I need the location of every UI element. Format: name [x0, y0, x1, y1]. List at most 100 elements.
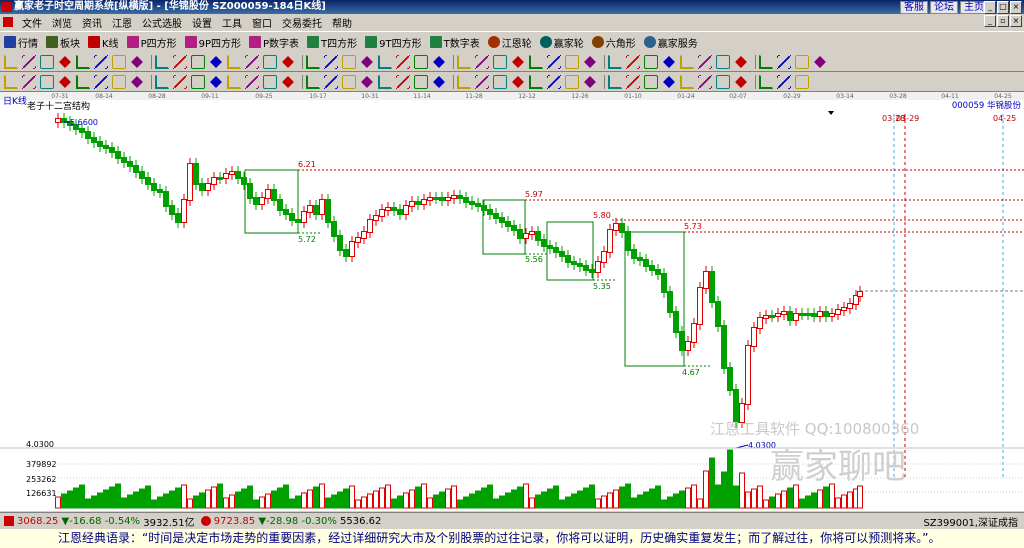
draw-a-tool-17-icon[interactable]	[306, 54, 320, 69]
draw-b-tool-30-icon[interactable]	[547, 74, 561, 89]
candle-body[interactable]	[391, 207, 397, 211]
candle-body[interactable]	[523, 233, 529, 239]
menu-settings[interactable]: 设置	[187, 15, 217, 30]
draw-b-tool-18-icon[interactable]	[324, 74, 338, 89]
candle-body[interactable]	[793, 313, 799, 321]
draw-b-tool-43-icon[interactable]	[795, 74, 809, 89]
candle-body[interactable]	[133, 165, 139, 173]
candle-body[interactable]	[619, 223, 625, 233]
candle-body[interactable]	[577, 263, 583, 267]
draw-b-tool-13-icon[interactable]	[227, 74, 241, 89]
candle-body[interactable]	[97, 141, 103, 147]
candle-body[interactable]	[397, 209, 403, 215]
mdi-restore-icon[interactable]: ▫	[997, 15, 1009, 27]
candle-body[interactable]	[745, 345, 751, 405]
candle-body[interactable]	[631, 249, 637, 259]
menu-tools[interactable]: 工具	[217, 15, 247, 30]
candle-body[interactable]	[751, 327, 757, 347]
draw-b-tool-16-icon[interactable]	[282, 75, 294, 88]
draw-b-tool-3-icon[interactable]	[40, 74, 54, 89]
toolbar-9p-square-button[interactable]: 9P四方形	[181, 35, 245, 50]
candle-body[interactable]	[857, 291, 863, 297]
mdi-close-icon[interactable]: ×	[1010, 15, 1022, 27]
draw-a-tool-35-icon[interactable]	[644, 54, 658, 69]
mdi-minimize-icon[interactable]: _	[984, 15, 996, 27]
draw-b-tool-15-icon[interactable]	[263, 74, 277, 89]
draw-b-tool-34-icon[interactable]	[626, 74, 640, 89]
candle-body[interactable]	[457, 195, 463, 199]
candle-body[interactable]	[715, 301, 721, 327]
draw-a-tool-23-icon[interactable]	[414, 54, 428, 69]
draw-b-tool-28-icon[interactable]	[512, 75, 524, 88]
candle-body[interactable]	[667, 291, 673, 313]
draw-a-tool-44-icon[interactable]	[814, 55, 826, 68]
candle-body[interactable]	[691, 323, 697, 343]
toolbar-p-number-table-button[interactable]: P数字表	[245, 35, 303, 50]
candle-body[interactable]	[685, 341, 691, 351]
candle-body[interactable]	[427, 197, 433, 201]
candle-body[interactable]	[487, 209, 493, 215]
draw-b-tool-23-icon[interactable]	[414, 74, 428, 89]
candle-body[interactable]	[775, 313, 781, 317]
toolbar-hexagon-button[interactable]: 六角形	[588, 35, 640, 50]
draw-b-tool-39-icon[interactable]	[716, 74, 730, 89]
candle-body[interactable]	[307, 205, 313, 213]
candle-body[interactable]	[535, 231, 541, 241]
draw-a-tool-12-icon[interactable]	[210, 55, 222, 68]
candle-body[interactable]	[613, 223, 619, 231]
candle-body[interactable]	[469, 201, 475, 205]
candle-body[interactable]	[145, 177, 151, 185]
draw-a-tool-43-icon[interactable]	[795, 54, 809, 69]
candle-body[interactable]	[127, 161, 133, 167]
candle-body[interactable]	[505, 221, 511, 227]
draw-b-tool-11-icon[interactable]	[191, 74, 205, 89]
candle-body[interactable]	[163, 191, 169, 207]
draw-a-tool-22-icon[interactable]	[396, 54, 410, 69]
draw-a-tool-36-icon[interactable]	[663, 55, 675, 68]
draw-a-tool-6-icon[interactable]	[94, 54, 108, 69]
candle-body[interactable]	[205, 183, 211, 191]
candle-body[interactable]	[493, 213, 499, 219]
candle-body[interactable]	[625, 231, 631, 251]
draw-b-tool-26-icon[interactable]	[475, 74, 489, 89]
candle-body[interactable]	[409, 201, 415, 207]
draw-b-tool-14-icon[interactable]	[245, 74, 259, 89]
toolbar-gann-wheel-button[interactable]: 江恩轮	[484, 35, 536, 50]
candle-body[interactable]	[271, 189, 277, 201]
draw-a-tool-39-icon[interactable]	[716, 54, 730, 69]
draw-b-tool-29-icon[interactable]	[529, 74, 543, 89]
candle-body[interactable]	[733, 389, 739, 423]
candle-body[interactable]	[217, 177, 223, 180]
menu-browse[interactable]: 浏览	[47, 15, 77, 30]
kline-chart-panel[interactable]: 07-31 08-14 08-28 09-11 09-25 10-17 10-31 11-14…	[0, 92, 1024, 511]
draw-b-tool-1-icon[interactable]	[4, 74, 18, 89]
candle-body[interactable]	[601, 251, 607, 263]
draw-a-tool-24-icon[interactable]	[433, 55, 445, 68]
candle-body[interactable]	[805, 313, 811, 316]
draw-b-tool-22-icon[interactable]	[396, 74, 410, 89]
maximize-icon[interactable]: □	[997, 1, 1009, 14]
candle-body[interactable]	[343, 249, 349, 257]
draw-a-tool-9-icon[interactable]	[155, 54, 169, 69]
menu-gann[interactable]: 江恩	[107, 15, 137, 30]
candle-body[interactable]	[847, 303, 853, 309]
document-icon[interactable]	[3, 17, 13, 27]
candle-body[interactable]	[415, 201, 421, 205]
draw-a-tool-32-icon[interactable]	[584, 55, 596, 68]
candle-body[interactable]	[547, 245, 553, 249]
candle-body[interactable]	[679, 331, 685, 351]
toolbar-9t-square-button[interactable]: 9T四方形	[361, 35, 425, 50]
draw-a-tool-3-icon[interactable]	[40, 54, 54, 69]
candle-body[interactable]	[823, 311, 829, 317]
draw-b-tool-24-icon[interactable]	[433, 75, 445, 88]
candle-body[interactable]	[403, 205, 409, 215]
draw-a-tool-37-icon[interactable]	[680, 54, 694, 69]
candle-body[interactable]	[811, 313, 817, 317]
draw-b-tool-20-icon[interactable]	[361, 75, 373, 88]
candle-body[interactable]	[517, 229, 523, 239]
candle-body[interactable]	[277, 199, 283, 211]
draw-b-tool-12-icon[interactable]	[210, 75, 222, 88]
draw-b-tool-25-icon[interactable]	[457, 74, 471, 89]
candle-body[interactable]	[265, 189, 271, 199]
candle-body[interactable]	[637, 257, 643, 261]
